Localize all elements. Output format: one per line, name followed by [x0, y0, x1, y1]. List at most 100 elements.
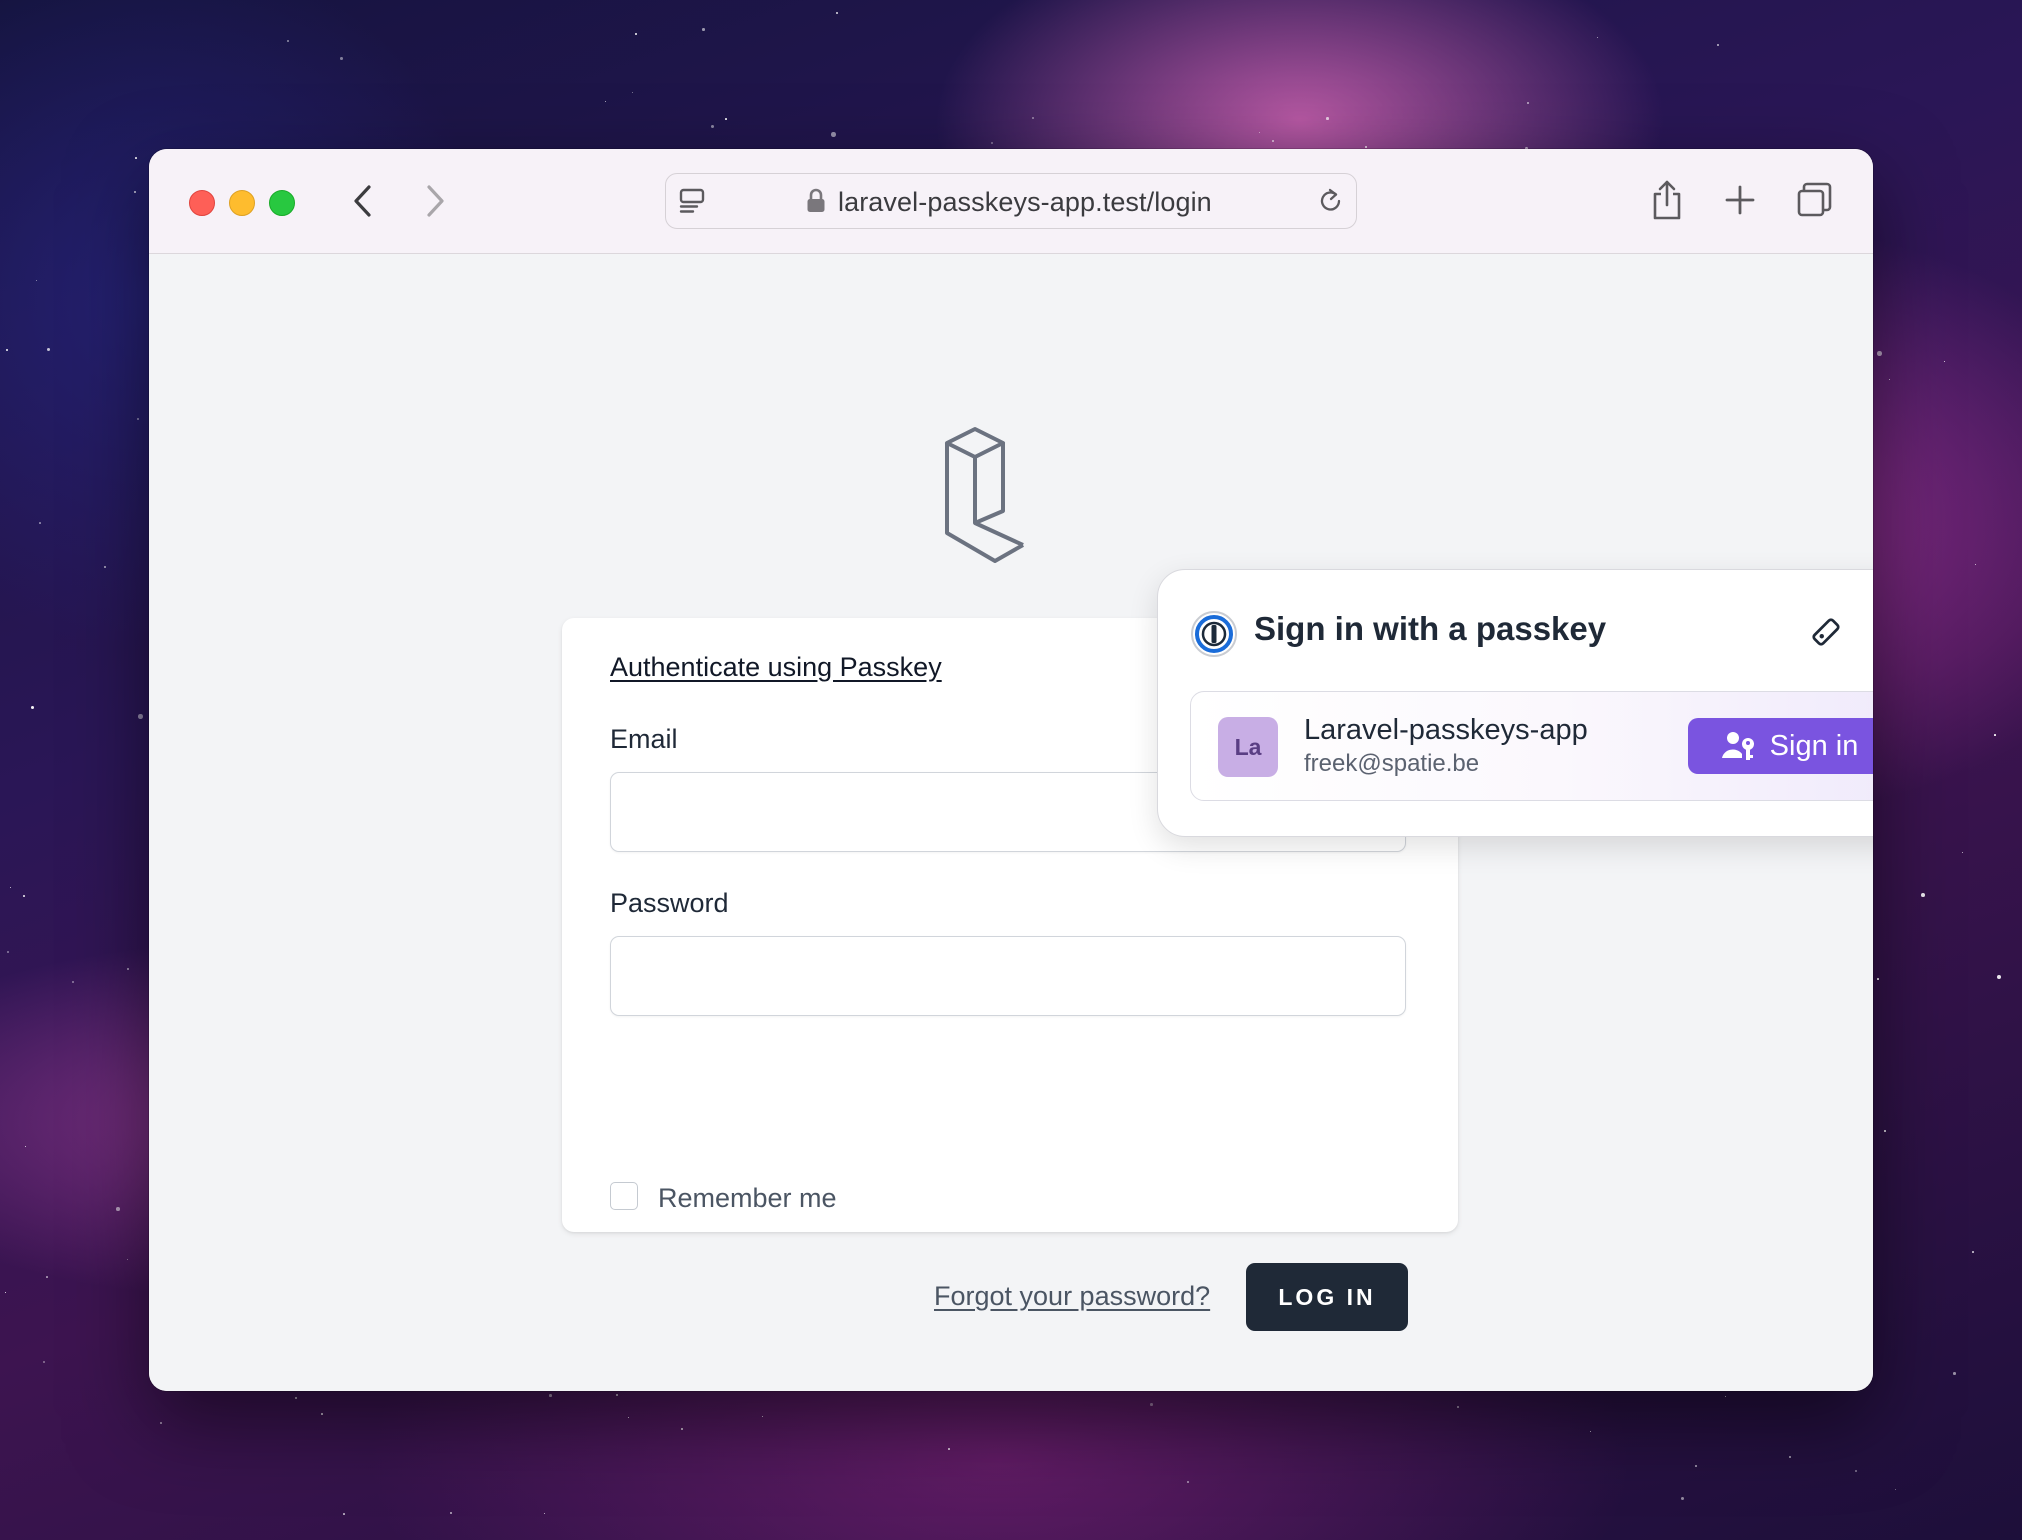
star	[5, 1292, 7, 1294]
star	[46, 1276, 48, 1278]
star	[1681, 1497, 1685, 1501]
avatar: La	[1218, 717, 1278, 777]
star	[1877, 978, 1879, 980]
star	[287, 40, 290, 43]
remember-me-checkbox[interactable]	[610, 1182, 638, 1210]
browser-window: laravel-passkeys-app.test/login Authenti…	[149, 149, 1873, 1391]
star	[702, 28, 705, 31]
star	[1365, 146, 1368, 149]
account-email: freek@spatie.be	[1304, 750, 1480, 777]
password-manager-icon	[1190, 610, 1238, 663]
star	[127, 1259, 129, 1261]
url-text[interactable]: laravel-passkeys-app.test/login	[838, 187, 1212, 218]
star	[36, 280, 37, 281]
email-label: Email	[610, 724, 678, 754]
back-icon	[354, 185, 371, 217]
address-bar[interactable]: laravel-passkeys-app.test/login	[665, 173, 1357, 229]
star	[1725, 1396, 1727, 1398]
star	[831, 132, 836, 137]
star	[340, 57, 343, 60]
star	[7, 951, 9, 953]
star	[47, 348, 51, 352]
login-button[interactable]: LOG IN	[1246, 1263, 1408, 1331]
star	[836, 12, 838, 14]
star	[138, 714, 143, 719]
star	[1921, 893, 1925, 897]
star	[295, 1397, 298, 1400]
star	[1326, 117, 1329, 120]
star	[628, 1417, 630, 1419]
star	[991, 142, 994, 145]
star	[616, 1394, 619, 1397]
star	[544, 1513, 546, 1515]
star	[1187, 1481, 1190, 1484]
close-window-button[interactable]	[189, 190, 215, 216]
star	[1259, 132, 1260, 133]
star	[635, 33, 638, 36]
share-button[interactable]	[1644, 177, 1690, 223]
zoom-window-button[interactable]	[269, 190, 295, 216]
passkey-account-item[interactable]: La Laravel-passkeys-app freek@spatie.be …	[1190, 691, 1873, 801]
star	[632, 92, 634, 94]
star	[1895, 1489, 1897, 1491]
star	[321, 1413, 323, 1415]
star	[711, 125, 715, 129]
password-field[interactable]	[610, 936, 1406, 1016]
star	[681, 1428, 684, 1431]
minimize-window-button[interactable]	[229, 190, 255, 216]
authenticate-passkey-link[interactable]: Authenticate using Passkey	[610, 652, 942, 683]
star	[1944, 361, 1946, 363]
star	[135, 157, 137, 159]
star	[25, 1146, 27, 1148]
password-label: Password	[610, 888, 729, 918]
lock-icon	[806, 188, 826, 219]
sidebar-icon[interactable]	[678, 186, 708, 221]
star	[160, 1422, 162, 1424]
star	[1695, 1465, 1698, 1468]
star	[1590, 1431, 1592, 1433]
laravel-logo	[943, 425, 1027, 570]
star	[1994, 734, 1996, 736]
star	[137, 418, 140, 421]
tabs-overview-button[interactable]	[1792, 177, 1838, 223]
sign-in-button[interactable]: Sign in	[1688, 718, 1873, 774]
reload-icon[interactable]	[1316, 186, 1346, 221]
passkey-popup: Sign in with a passkey La Laravel-passke…	[1157, 569, 1873, 837]
star	[1972, 1251, 1974, 1253]
star	[343, 1513, 345, 1515]
star	[1975, 564, 1977, 566]
tag-icon[interactable]	[1804, 610, 1848, 654]
page-content: Authenticate using Passkey Email Passwor…	[149, 254, 1873, 1391]
star	[72, 981, 75, 984]
star	[116, 1207, 120, 1211]
back-button[interactable]	[341, 179, 385, 223]
star	[549, 1394, 552, 1397]
star	[1953, 1372, 1956, 1375]
star	[104, 566, 107, 569]
star	[1884, 1130, 1887, 1133]
browser-toolbar: laravel-passkeys-app.test/login	[149, 149, 1873, 254]
forward-icon	[427, 185, 444, 217]
star	[605, 101, 607, 103]
star	[39, 522, 41, 524]
star	[1997, 975, 2002, 980]
star	[127, 968, 130, 971]
remember-me-label[interactable]: Remember me	[658, 1183, 837, 1214]
tabs-overview-icon	[1797, 182, 1832, 217]
forward-button[interactable]	[413, 179, 457, 223]
star	[43, 1361, 46, 1364]
new-tab-button[interactable]	[1717, 177, 1763, 223]
star	[134, 191, 136, 193]
sign-in-label: Sign in	[1769, 729, 1859, 762]
passkey-popup-title: Sign in with a passkey	[1254, 610, 1607, 647]
star	[1032, 117, 1034, 119]
star	[948, 1448, 950, 1450]
account-name: Laravel-passkeys-app	[1304, 714, 1588, 746]
star	[1877, 351, 1882, 356]
forgot-password-link[interactable]: Forgot your password?	[934, 1281, 1210, 1312]
star	[762, 1416, 764, 1418]
star	[450, 1512, 453, 1515]
star	[725, 118, 727, 120]
star	[6, 349, 9, 352]
star	[23, 895, 25, 897]
